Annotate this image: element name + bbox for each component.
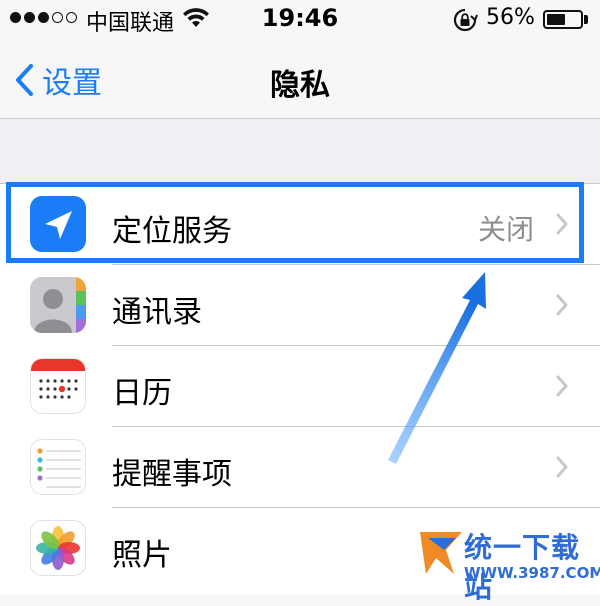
row-label: 通讯录: [112, 295, 202, 330]
reminders-icon: [30, 439, 86, 495]
watermark-url: WWW.3987.COM: [464, 564, 600, 582]
battery-fill: [547, 14, 565, 25]
battery-icon: [543, 10, 583, 29]
chevron-right-icon: [556, 375, 568, 397]
site-watermark: 统一下载站 WWW.3987.COM: [418, 524, 600, 604]
section-spacer: [0, 119, 600, 184]
watermark-logo-icon: [420, 532, 462, 574]
battery-tip: [584, 15, 588, 24]
row-label: 照片: [112, 538, 172, 573]
photos-icon: [30, 520, 86, 576]
battery-percentage: 56%: [486, 5, 535, 30]
page-title: 隐私: [270, 68, 330, 103]
row-label: 日历: [112, 376, 172, 411]
row-contacts[interactable]: 通讯录: [0, 265, 600, 346]
status-bar: 中国联通 19:46 56%: [0, 0, 600, 40]
row-calendar[interactable]: 日历: [0, 346, 600, 427]
highlight-box: [6, 182, 584, 263]
orientation-lock-icon: [452, 8, 478, 36]
row-reminders[interactable]: 提醒事项: [0, 427, 600, 508]
contacts-icon: [30, 277, 86, 333]
chevron-right-icon: [556, 456, 568, 478]
navigation-bar: 设置 隐私: [0, 40, 600, 119]
row-label: 提醒事项: [112, 457, 232, 492]
chevron-right-icon: [556, 294, 568, 316]
calendar-icon: [30, 358, 86, 414]
